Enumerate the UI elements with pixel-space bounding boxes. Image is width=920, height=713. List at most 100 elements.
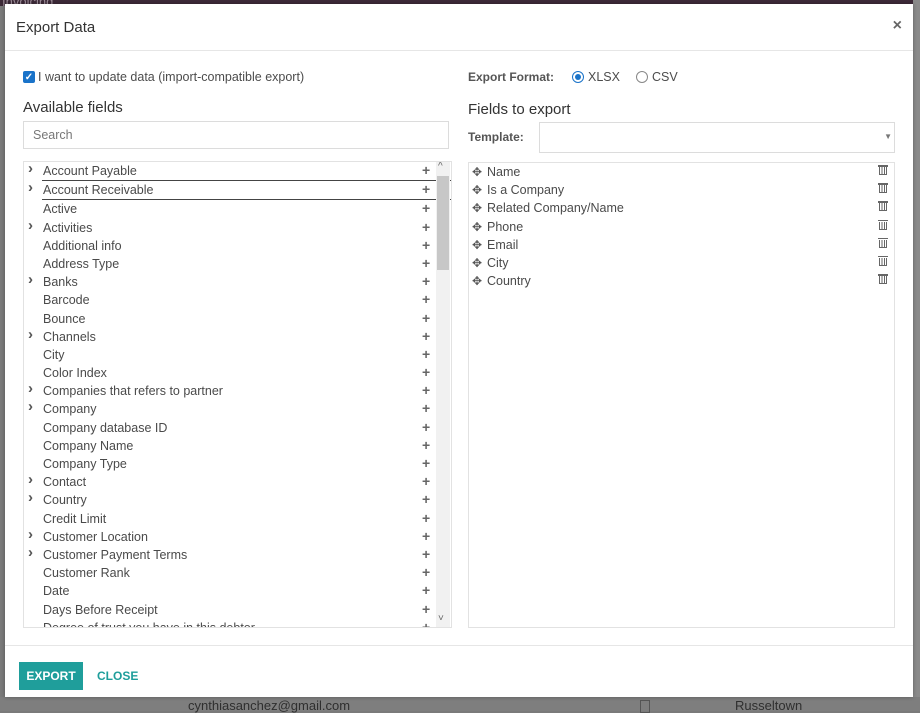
available-field-item[interactable]: Barcode + — [24, 291, 451, 309]
available-field-item[interactable]: Active + — [24, 200, 451, 218]
chevron-right-icon[interactable]: › — [28, 544, 33, 562]
available-field-item[interactable]: › Company + — [24, 398, 451, 418]
available-field-item[interactable]: › Contact + — [24, 471, 451, 491]
available-field-item[interactable]: Address Type + — [24, 255, 451, 273]
export-field-item[interactable]: ✥ City — [469, 254, 894, 272]
available-field-item[interactable]: Customer Rank + — [24, 564, 451, 582]
add-field-icon[interactable]: + — [422, 581, 430, 599]
available-field-item[interactable]: › Activities + — [24, 217, 451, 237]
chevron-right-icon[interactable]: › — [28, 489, 33, 507]
trash-icon[interactable] — [878, 255, 888, 266]
chevron-right-icon[interactable]: › — [28, 271, 33, 289]
available-field-item[interactable]: Additional info + — [24, 237, 451, 255]
import-compatible-option[interactable]: ✓ I want to update data (import-compatib… — [23, 70, 304, 84]
add-field-icon[interactable]: + — [422, 545, 430, 563]
available-field-item[interactable]: Credit Limit + — [24, 510, 451, 528]
chevron-right-icon[interactable]: › — [28, 380, 33, 398]
radio-selected-icon[interactable] — [572, 71, 585, 83]
available-field-item[interactable]: City + — [24, 346, 451, 364]
add-field-icon[interactable]: + — [422, 618, 430, 627]
drag-handle-icon[interactable]: ✥ — [472, 272, 482, 290]
drag-handle-icon[interactable]: ✥ — [472, 199, 482, 217]
chevron-right-icon[interactable]: › — [28, 179, 33, 197]
trash-icon[interactable] — [878, 273, 888, 285]
add-field-icon[interactable]: + — [422, 381, 430, 399]
available-field-item[interactable]: Color Index + — [24, 364, 451, 382]
scroll-down-icon[interactable]: ˅ — [438, 613, 444, 624]
available-field-item[interactable]: Degree of trust you have in this debtor + — [24, 618, 451, 627]
add-field-icon[interactable]: + — [422, 363, 430, 381]
scroll-thumb[interactable] — [437, 176, 449, 270]
close-button[interactable]: CLOSE — [91, 662, 144, 690]
available-field-item[interactable]: › Banks + — [24, 271, 451, 291]
search-input[interactable] — [23, 121, 449, 149]
available-field-item[interactable]: › Companies that refers to partner + — [24, 380, 451, 400]
drag-handle-icon[interactable]: ✥ — [472, 236, 482, 254]
available-field-item[interactable]: › Country + — [24, 489, 451, 509]
export-button[interactable]: EXPORT — [19, 662, 83, 690]
export-field-item[interactable]: ✥ Related Company/Name — [469, 199, 894, 217]
available-field-item[interactable]: Bounce + — [24, 310, 451, 328]
export-field-item[interactable]: ✥ Name — [469, 163, 894, 181]
template-select[interactable]: ▼ — [539, 122, 895, 153]
add-field-icon[interactable]: + — [422, 218, 430, 236]
add-field-icon[interactable]: + — [422, 527, 430, 545]
scroll-up-icon[interactable]: ^ — [438, 162, 443, 172]
add-field-icon[interactable]: + — [422, 180, 430, 198]
export-field-item[interactable]: ✥ Country — [469, 272, 894, 290]
drag-handle-icon[interactable]: ✥ — [472, 181, 482, 199]
add-field-icon[interactable]: + — [422, 563, 430, 581]
available-field-item[interactable]: Date + — [24, 582, 451, 600]
add-field-icon[interactable]: + — [422, 162, 430, 179]
add-field-icon[interactable]: + — [422, 436, 430, 454]
available-field-item[interactable]: › Account Payable + — [24, 162, 451, 180]
close-icon[interactable]: × — [893, 17, 902, 35]
available-field-item[interactable]: Company database ID + — [24, 419, 451, 437]
trash-icon[interactable] — [878, 237, 888, 248]
trash-icon[interactable] — [878, 164, 888, 175]
available-field-item[interactable]: Days Before Receipt + — [24, 601, 451, 619]
radio-unselected-icon[interactable] — [635, 71, 648, 83]
add-field-icon[interactable]: + — [422, 254, 430, 272]
export-field-item[interactable]: ✥ Email — [469, 236, 894, 254]
add-field-icon[interactable]: + — [422, 236, 430, 254]
export-field-item[interactable]: ✥ Phone — [469, 218, 894, 236]
add-field-icon[interactable]: + — [422, 600, 430, 618]
add-field-icon[interactable]: + — [422, 399, 430, 417]
chevron-right-icon[interactable]: › — [28, 326, 33, 344]
add-field-icon[interactable]: + — [422, 199, 430, 217]
field-label: Customer Location — [43, 529, 148, 544]
add-field-icon[interactable]: + — [422, 418, 430, 436]
available-field-item[interactable]: › Customer Payment Terms + — [24, 544, 451, 564]
chevron-right-icon[interactable]: › — [28, 471, 33, 489]
available-field-item[interactable]: Company Name + — [24, 437, 451, 455]
drag-handle-icon[interactable]: ✥ — [472, 163, 482, 181]
available-field-item[interactable]: › Customer Location + — [24, 526, 451, 546]
add-field-icon[interactable]: + — [422, 327, 430, 345]
add-field-icon[interactable]: + — [422, 490, 430, 508]
format-radio-xlsx[interactable]: XLSX — [572, 70, 620, 84]
add-field-icon[interactable]: + — [422, 290, 430, 308]
add-field-icon[interactable]: + — [422, 454, 430, 472]
add-field-icon[interactable]: + — [422, 309, 430, 327]
chevron-right-icon[interactable]: › — [28, 162, 33, 178]
chevron-right-icon[interactable]: › — [28, 526, 33, 544]
scrollbar[interactable]: ^ ˅ — [436, 162, 450, 627]
add-field-icon[interactable]: + — [422, 472, 430, 490]
available-field-item[interactable]: › Account Receivable + — [28, 179, 451, 201]
drag-handle-icon[interactable]: ✥ — [472, 218, 482, 236]
add-field-icon[interactable]: + — [422, 509, 430, 527]
format-radio-csv[interactable]: CSV — [635, 70, 678, 84]
import-compatible-checkbox[interactable]: ✓ — [23, 71, 35, 83]
chevron-right-icon[interactable]: › — [28, 398, 33, 416]
chevron-right-icon[interactable]: › — [28, 217, 33, 235]
available-field-item[interactable]: › Channels + — [24, 326, 451, 346]
trash-icon[interactable] — [878, 219, 888, 230]
export-field-item[interactable]: ✥ Is a Company — [469, 181, 894, 199]
add-field-icon[interactable]: + — [422, 272, 430, 290]
drag-handle-icon[interactable]: ✥ — [472, 254, 482, 272]
add-field-icon[interactable]: + — [422, 345, 430, 363]
available-field-item[interactable]: Company Type + — [24, 455, 451, 473]
trash-icon[interactable] — [878, 182, 888, 194]
trash-icon[interactable] — [878, 200, 888, 212]
